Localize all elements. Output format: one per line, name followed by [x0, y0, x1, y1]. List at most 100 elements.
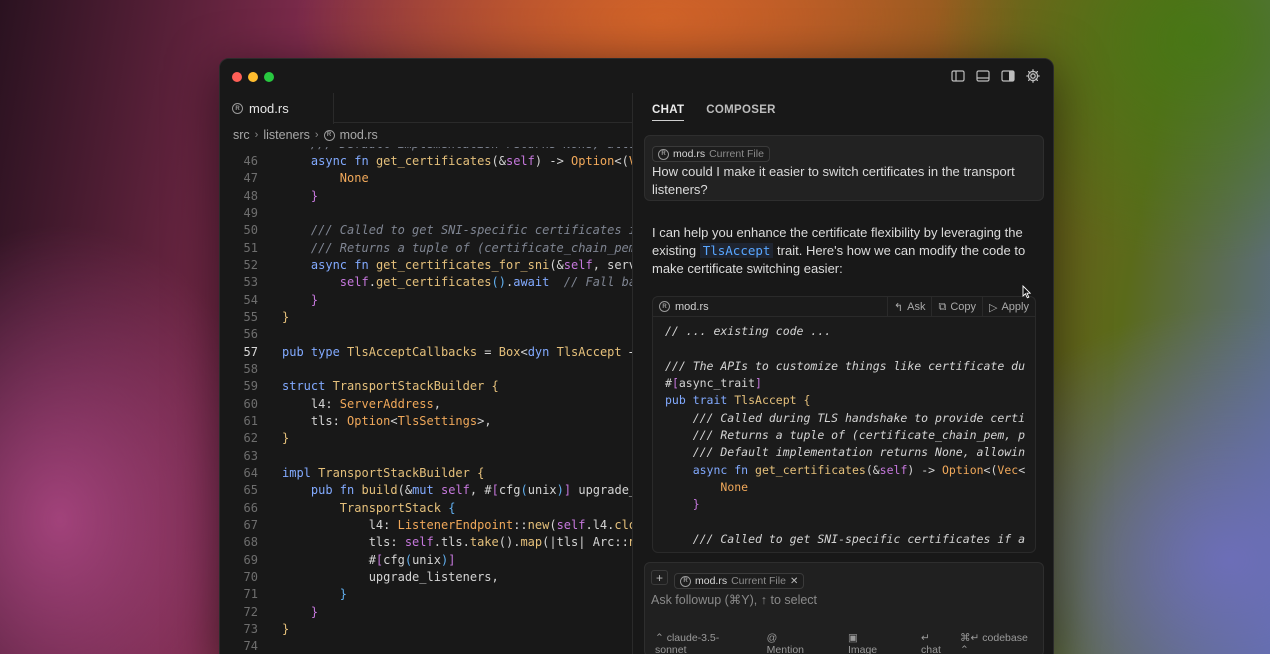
context-file-name: mod.rs — [673, 148, 706, 160]
mention-button[interactable]: @ Mention — [767, 632, 836, 654]
cmd-enter-icon: ⌘↵ — [960, 632, 980, 644]
inline-code-ident: TlsAccept — [699, 243, 774, 258]
chat-tabs: CHAT COMPOSER — [633, 93, 1053, 127]
codebase-label: codebase — [982, 632, 1028, 644]
context-file-pill[interactable]: R mod.rs Current File ✕ — [674, 573, 805, 589]
model-selector[interactable]: ⌃ claude-3.5-sonnet — [655, 632, 755, 654]
rust-file-icon: R — [323, 129, 335, 141]
tab-composer[interactable]: COMPOSER — [706, 93, 776, 127]
toggle-primary-sidebar-icon[interactable] — [950, 68, 966, 84]
answer-code-block: R mod.rs ↰ Ask ⧉ Copy ▷ Apply // ... existi… — [652, 296, 1036, 553]
chevron-right-icon: › — [314, 129, 319, 141]
submit-chat-button[interactable]: ↵ chat — [921, 632, 950, 654]
copy-button[interactable]: ⧉ Copy — [931, 297, 982, 317]
code-line: 58 — [243, 361, 258, 376]
code-block-header: R mod.rs ↰ Ask ⧉ Copy ▷ Apply — [653, 297, 1035, 317]
ask-label: Ask — [907, 301, 926, 313]
image-label: Image — [847, 644, 878, 654]
code-line: /// Called to get SNI-specific certifica… — [665, 532, 1026, 546]
rust-file-icon: R — [659, 301, 670, 312]
context-file-pill[interactable]: R mod.rs Current File — [652, 146, 770, 162]
code-line: 52 async fn get_certificates_for_sni(&se… — [243, 257, 632, 272]
minimize-window-button[interactable] — [248, 72, 258, 82]
code-line: 71 } — [243, 586, 348, 601]
chat-panel: CHAT COMPOSER R mod.rs Current File How … — [632, 93, 1053, 654]
apply-label: Apply — [1001, 301, 1029, 313]
code-line-current: 57 pub type TlsAcceptCallbacks = Box<dyn … — [243, 344, 632, 359]
editor-tab-bar: R mod.rs — [220, 93, 632, 125]
code-line: 53 self.get_certificates().await // Fall… — [243, 274, 632, 289]
code-line: } — [692, 497, 700, 511]
breadcrumb-file[interactable]: mod.rs — [340, 128, 378, 142]
context-file-tag: Current File — [731, 575, 786, 587]
code-line: /// Called during TLS handshake to provi… — [665, 411, 1026, 425]
mouse-pointer-icon — [1022, 285, 1031, 299]
code-line: pub trait TlsAccept { — [665, 393, 811, 407]
breadcrumb: src › listeners › R mod.rs — [220, 123, 632, 147]
code-line: 60 l4: ServerAddress, — [243, 396, 441, 411]
enter-icon: ↵ — [921, 632, 930, 644]
editor-tab-label: mod.rs — [249, 101, 289, 116]
code-line: 65 pub fn build(&mut self, #[cfg(unix)] … — [243, 482, 632, 497]
editor-tab-mod-rs[interactable]: R mod.rs — [220, 93, 334, 125]
code-line: 69 #[cfg(unix)] — [243, 552, 456, 567]
code-line: 72 } — [243, 604, 319, 619]
title-bar — [220, 59, 1053, 93]
input-footer: ⌃ claude-3.5-sonnet @ Mention ▣ Image ↵ … — [655, 632, 1033, 654]
copy-label: Copy — [950, 301, 976, 313]
rust-file-icon: R — [680, 575, 691, 587]
ask-button[interactable]: ↰ Ask — [886, 297, 932, 317]
toggle-panel-icon[interactable] — [975, 68, 991, 84]
code-line: 68 tls: self.tls.take().map(|tls| Arc::n… — [243, 534, 632, 549]
maximize-window-button[interactable] — [264, 72, 274, 82]
code-line: 73} — [243, 621, 290, 636]
code-line: 55} — [243, 309, 290, 324]
settings-gear-icon[interactable] — [1025, 68, 1041, 84]
context-file-tag: Current File — [709, 148, 764, 160]
code-line: 46 async fn get_certificates(&self) -> O… — [243, 153, 632, 168]
submit-codebase-button[interactable]: ⌘↵ codebase ⌃ — [960, 632, 1033, 654]
apply-button[interactable]: ▷ Apply — [982, 297, 1035, 317]
code-line: 61 tls: Option<TlsSettings>, — [243, 413, 492, 428]
editor-window: R mod.rs src › listeners › R mod.rs /// … — [219, 58, 1054, 654]
remove-context-icon[interactable]: ✕ — [790, 576, 798, 587]
breadcrumb-src[interactable]: src — [233, 128, 250, 142]
add-context-button[interactable]: + — [651, 570, 668, 585]
code-editor: R mod.rs src › listeners › R mod.rs /// … — [220, 93, 632, 654]
code-line: 74 — [243, 638, 258, 653]
code-line: /// The APIs to customize things like ce… — [665, 359, 1026, 373]
code-line: 59 struct TransportStackBuilder { — [243, 378, 499, 393]
chevron-right-icon: › — [254, 129, 259, 141]
rust-file-icon: R — [658, 148, 669, 160]
assistant-answer: I can help you enhance the certificate f… — [652, 224, 1037, 278]
code-line: /// Default implementation returns None,… — [665, 445, 1026, 459]
reply-icon: ↰ — [893, 301, 904, 314]
user-question-text: How could I make it easier to switch cer… — [652, 164, 1015, 197]
code-line: 50 /// Called to get SNI-specific certif… — [243, 222, 632, 237]
code-area[interactable]: /// Default implementation returns None,… — [220, 147, 632, 654]
toggle-secondary-sidebar-icon[interactable] — [1000, 68, 1016, 84]
at-icon: @ — [766, 632, 778, 644]
followup-input[interactable]: Ask followup (⌘Y), ↑ to select — [651, 592, 817, 607]
close-window-button[interactable] — [232, 72, 242, 82]
code-line: 51 /// Returns a tuple of (certificate_c… — [243, 240, 632, 255]
rust-file-icon: R — [232, 103, 243, 114]
code-line: /// Returns a tuple of (certificate_chai… — [665, 428, 1026, 442]
copy-icon: ⧉ — [938, 300, 947, 313]
code-line: 56 — [243, 326, 258, 341]
code-block-body[interactable]: // ... existing code ... /// The APIs to… — [653, 318, 1035, 552]
context-file-name: mod.rs — [695, 575, 728, 587]
code-line: 64 impl TransportStackBuilder { — [243, 465, 485, 480]
code-line: async fn get_certificates(&self) -> Opti… — [692, 463, 1026, 477]
image-icon: ▣ — [847, 632, 858, 644]
code-line: #[async_trait] — [665, 376, 762, 390]
mention-label: Mention — [766, 644, 805, 654]
breadcrumb-listeners[interactable]: listeners — [263, 128, 310, 142]
code-line: 47 None — [243, 170, 369, 185]
code-line: 49 — [243, 205, 258, 220]
play-icon: ▷ — [989, 301, 998, 314]
image-button[interactable]: ▣ Image — [848, 632, 909, 654]
tab-chat[interactable]: CHAT — [652, 93, 685, 127]
chat-label: chat — [921, 644, 941, 654]
code-line: 63 — [243, 448, 258, 463]
